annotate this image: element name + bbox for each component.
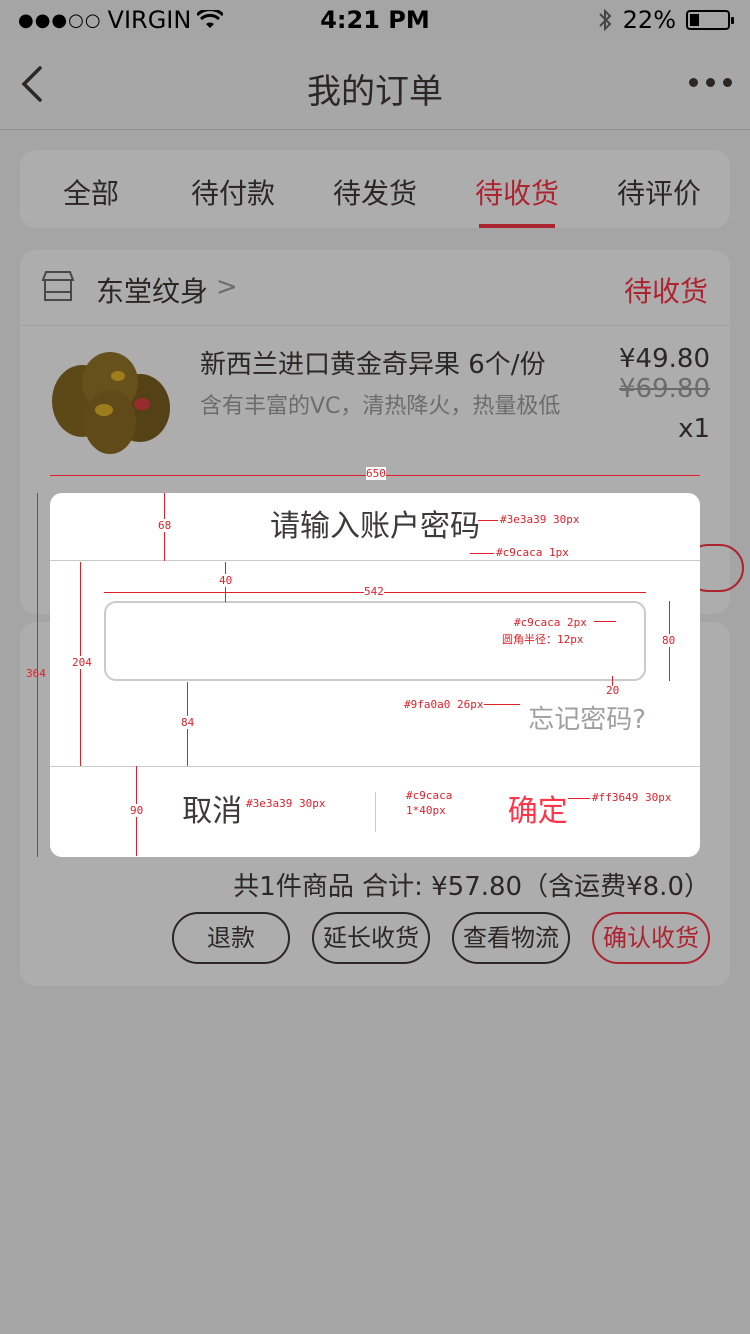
forgot-password-link[interactable]: 忘记密码? xyxy=(528,699,646,736)
dim-label-364: 364 xyxy=(26,667,46,680)
divider-color-note: #c9caca xyxy=(406,789,453,802)
ok-color-note: #ff3649 30px xyxy=(592,791,672,804)
title-color-leader xyxy=(478,520,498,521)
dim-label-40: 40 xyxy=(219,574,233,587)
dim-label-90: 90 xyxy=(130,804,144,817)
dim-label-80: 80 xyxy=(662,634,676,647)
cancel-color-note: #3e3a39 30px xyxy=(246,797,326,810)
dim-label-20: 20 xyxy=(606,684,620,697)
input-border-leader xyxy=(594,621,616,622)
dialog-title: 请输入账户密码 xyxy=(50,493,700,561)
dialog-actions: 取消 确定 xyxy=(50,766,700,857)
forgot-color-note: #9fa0a0 26px xyxy=(404,698,484,711)
dim-label-84: 84 xyxy=(181,716,195,729)
forgot-color-leader xyxy=(484,704,520,705)
line-color-leader xyxy=(470,553,494,554)
divider-size-note: 1*40px xyxy=(406,804,446,817)
line-color-note: #c9caca 1px xyxy=(496,546,569,559)
cancel-button[interactable]: 取消 xyxy=(50,767,375,857)
title-color-note: #3e3a39 30px xyxy=(500,513,580,526)
input-border-note: #c9caca 2px xyxy=(514,616,587,629)
dim-label-542: 542 xyxy=(364,585,384,598)
dim-label-650: 650 xyxy=(366,467,386,480)
ok-color-leader xyxy=(568,798,590,799)
dim-label-68: 68 xyxy=(158,519,172,532)
radius-note: 圆角半径：12px xyxy=(502,633,584,646)
dim-label-204: 204 xyxy=(72,656,92,669)
